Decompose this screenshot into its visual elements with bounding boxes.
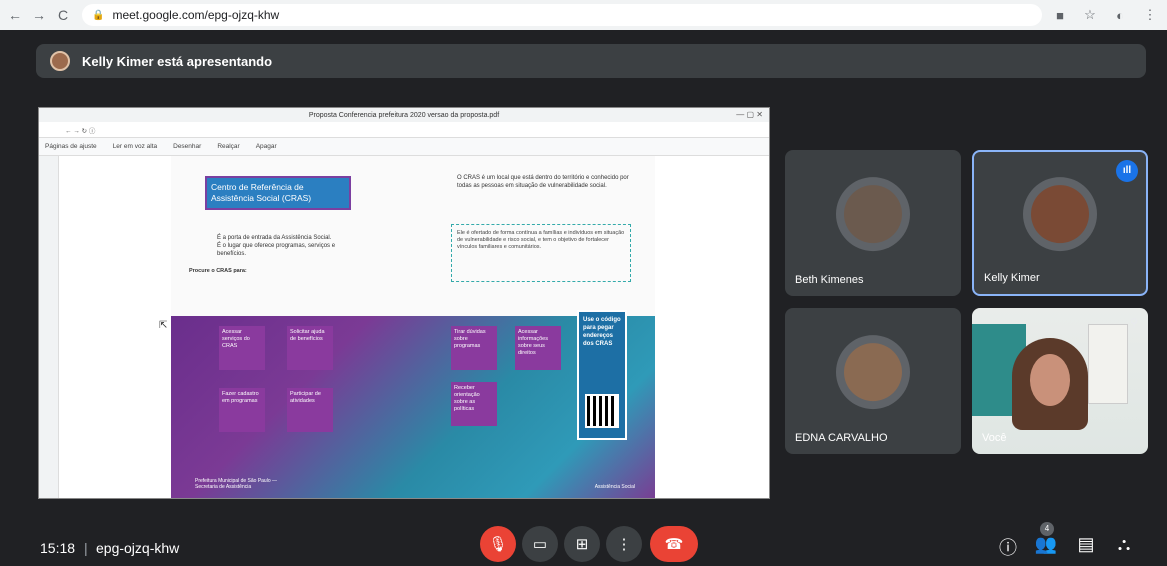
pdf-tool-2: Desenhar — [173, 143, 202, 150]
people-button[interactable]: 4 👥 — [1034, 522, 1058, 555]
cras-intro: O CRAS é um local que está dentro do ter… — [457, 175, 629, 189]
shared-screen: Proposta Conferencia prefeitura 2020 ver… — [38, 107, 770, 499]
lock-icon: 🔒 — [92, 9, 105, 21]
activities-icon: ⛬ — [1117, 534, 1131, 554]
doc-footer-right: Assistência Social — [594, 484, 635, 490]
presenting-banner: Kelly Kimer está apresentando — [36, 44, 1146, 78]
speaking-indicator-icon: ıll — [1116, 160, 1138, 182]
pdf-sidebar — [39, 156, 59, 498]
mic-toggle-button[interactable]: 🎙 — [480, 526, 516, 562]
browser-menu-icon[interactable]: ⋮ — [1138, 7, 1162, 23]
participant-name: Você — [982, 432, 1007, 444]
shared-window-titlebar: Proposta Conferencia prefeitura 2020 ver… — [39, 108, 769, 122]
bookmark-star-icon[interactable]: ☆ — [1078, 7, 1102, 23]
participant-avatar — [1023, 177, 1097, 252]
meeting-controls-bar: 15:18 | epg-ojzq-khw 🎙 ▭ ⊞ ⋮ ☎ ⓘ 4 👥 ▤ ⛬ — [0, 498, 1167, 566]
pin-icon[interactable]: ⚲ — [1130, 316, 1138, 329]
camera-toggle-button[interactable]: ▭ — [522, 526, 558, 562]
doc-tile: Solicitar ajuda de benefícios — [287, 326, 333, 370]
participant-avatar — [836, 335, 910, 410]
present-button[interactable]: ⊞ — [564, 526, 600, 562]
participant-name: Beth Kimenes — [795, 274, 864, 286]
qr-code-icon — [585, 394, 619, 428]
self-video-tile[interactable]: ⚲ Você — [972, 308, 1148, 454]
camera-person-face — [1030, 354, 1070, 406]
hang-up-icon: ☎ — [664, 536, 684, 553]
reload-icon[interactable]: C — [54, 7, 72, 23]
leave-call-button[interactable]: ☎ — [650, 526, 698, 562]
doc-tile: Receber orientação sobre as políticas — [451, 382, 497, 426]
profile-icon[interactable]: ◐ — [1108, 8, 1132, 23]
doc-tile: Acessar informações sobre seus direitos — [515, 326, 561, 370]
activities-button[interactable]: ⛬ — [1112, 534, 1136, 555]
participant-tile-active[interactable]: ıll Kelly Kimer — [972, 150, 1148, 296]
extension-icon[interactable]: ■ — [1048, 8, 1072, 23]
doc-tile: Tirar dúvidas sobre programas — [451, 326, 497, 370]
participant-name: EDNA CARVALHO — [795, 432, 888, 444]
cras-procure-label: Procure o CRAS para: — [189, 268, 247, 274]
qr-panel: Use o código para pegar endereços dos CR… — [577, 310, 627, 440]
pdf-tool-1: Ler em voz alta — [112, 143, 158, 150]
participant-count-badge: 4 — [1040, 522, 1054, 536]
doc-tile: Acessar serviços do CRAS — [219, 326, 265, 370]
forward-icon[interactable]: → — [30, 7, 48, 23]
meeting-code: epg-ojzq-khw — [96, 540, 180, 556]
back-icon[interactable]: ← — [6, 7, 24, 23]
shared-url-bar: ← → ↻ ⓘ — [39, 122, 769, 138]
cras-title: Centro de Referência de Assistência Soci… — [205, 176, 351, 210]
participant-tile[interactable]: EDNA CARVALHO — [785, 308, 961, 454]
chat-icon: ▤ — [1077, 534, 1095, 554]
mouse-cursor-icon: ⇱ — [159, 320, 168, 331]
presenting-text: Kelly Kimer está apresentando — [82, 53, 273, 69]
info-icon: ⓘ — [999, 538, 1017, 558]
chat-button[interactable]: ▤ — [1074, 534, 1098, 555]
separator: | — [84, 540, 88, 556]
mic-off-icon: 🎙 — [488, 536, 508, 553]
camera-off-icon: ▭ — [532, 536, 548, 553]
info-button[interactable]: ⓘ — [996, 534, 1020, 560]
pdf-tool-0: Páginas de ajuste — [45, 143, 97, 150]
participant-name: Kelly Kimer — [984, 272, 1040, 284]
more-options-icon: ⋮ — [616, 536, 632, 553]
camera-background-object — [1088, 324, 1128, 404]
more-options-button[interactable]: ⋮ — [606, 526, 642, 562]
participant-avatar — [836, 177, 910, 252]
presenter-avatar — [50, 51, 70, 71]
doc-footer-left: Prefeitura Municipal de São Paulo — Secr… — [195, 478, 277, 490]
cras-info-box: Ele é ofertado de forma contínua a famíl… — [451, 224, 631, 282]
meeting-time: 15:18 — [40, 540, 76, 556]
pdf-page: Centro de Referência de Assistência Soci… — [171, 156, 655, 498]
doc-tile: Participar de atividades — [287, 388, 333, 432]
address-bar[interactable]: 🔒 meet.google.com/epg-ojzq-khw — [82, 4, 1042, 26]
browser-toolbar: ← → C 🔒 meet.google.com/epg-ojzq-khw ■ ☆… — [0, 0, 1167, 30]
participant-tile[interactable]: Beth Kimenes — [785, 150, 961, 296]
qr-text: Use o código para pegar endereços dos CR… — [583, 317, 621, 347]
shared-window-title: Proposta Conferencia prefeitura 2020 ver… — [308, 111, 500, 119]
pdf-tool-3: Realçar — [217, 143, 240, 150]
cras-description: É a porta de entrada da Assistência Soci… — [217, 235, 336, 257]
people-icon: 👥 — [1034, 534, 1058, 554]
pdf-toolbar: Páginas de ajuste Ler em voz alta Desenh… — [39, 138, 769, 156]
doc-tile: Fazer cadastro em programas — [219, 388, 265, 432]
present-icon: ⊞ — [575, 536, 589, 553]
pdf-tool-4: Apagar — [255, 143, 277, 150]
window-controls-icon: — ▢ ✕ — [736, 110, 763, 119]
url-text: meet.google.com/epg-ojzq-khw — [112, 8, 280, 22]
